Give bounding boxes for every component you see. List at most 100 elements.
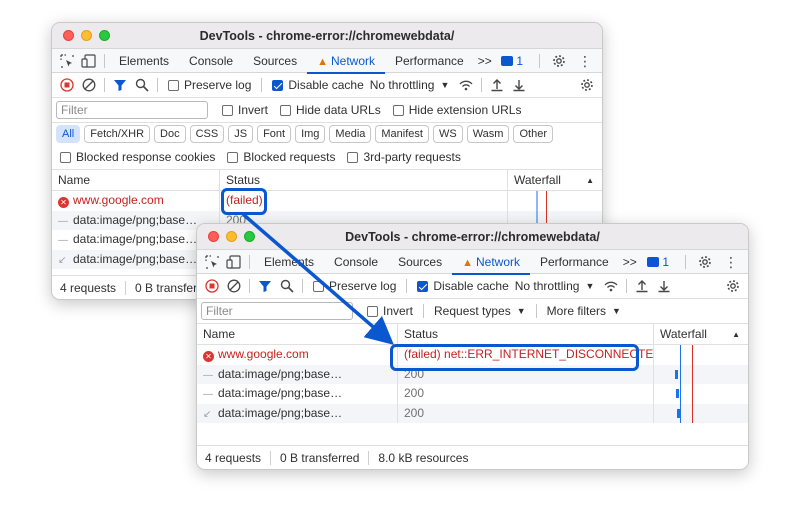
table-row[interactable]: — data:image/png;base… 200 bbox=[197, 384, 748, 404]
issues-counter[interactable]: 1 bbox=[501, 54, 523, 68]
settings-gear-icon[interactable] bbox=[548, 50, 570, 72]
filter-funnel-icon[interactable] bbox=[254, 275, 276, 297]
minimize-window-button[interactable] bbox=[81, 30, 92, 41]
type-chip-font[interactable]: Font bbox=[257, 125, 292, 143]
dropdown-caret-icon: ▼ bbox=[516, 306, 526, 316]
tab-console[interactable]: Console bbox=[179, 49, 243, 73]
column-status-header[interactable]: Status bbox=[398, 324, 654, 344]
type-chip-img[interactable]: Img bbox=[295, 125, 326, 143]
clear-icon[interactable] bbox=[223, 275, 245, 297]
close-window-button[interactable] bbox=[208, 231, 219, 242]
issues-counter[interactable]: 1 bbox=[647, 255, 669, 269]
export-har-icon[interactable] bbox=[653, 275, 675, 297]
column-name-header[interactable]: Name bbox=[52, 170, 220, 190]
tab-elements[interactable]: Elements bbox=[254, 250, 324, 274]
type-chip-css[interactable]: CSS bbox=[189, 125, 225, 143]
panel-tab-bar: Elements Console Sources ▲ Network Perfor… bbox=[197, 250, 748, 275]
table-row[interactable]: ↙ data:image/png;base… 200 bbox=[197, 403, 748, 423]
table-row[interactable]: ✕ www.google.com (failed) bbox=[52, 191, 602, 211]
hide-extension-urls-checkbox[interactable]: Hide extension URLs bbox=[392, 103, 521, 117]
column-name-header[interactable]: Name bbox=[197, 324, 398, 344]
network-conditions-icon[interactable] bbox=[600, 275, 622, 297]
type-chip-fetch-xhr[interactable]: Fetch/XHR bbox=[84, 125, 151, 143]
tab-performance[interactable]: Performance bbox=[530, 250, 619, 274]
clear-icon[interactable] bbox=[78, 74, 100, 96]
export-har-icon[interactable] bbox=[508, 74, 530, 96]
inspect-element-icon[interactable] bbox=[56, 50, 78, 72]
highlight-box-failed-status bbox=[221, 188, 267, 215]
preserve-log-checkbox[interactable]: Preserve log bbox=[168, 78, 251, 92]
zoom-window-button[interactable] bbox=[244, 231, 255, 242]
type-chip-media[interactable]: Media bbox=[329, 125, 372, 143]
transferred-size: 0 B transferred bbox=[280, 450, 370, 465]
import-har-icon[interactable] bbox=[631, 275, 653, 297]
waterfall-cell bbox=[508, 191, 602, 211]
network-settings-gear-icon[interactable] bbox=[722, 275, 744, 297]
invert-checkbox[interactable]: Invert bbox=[367, 304, 413, 318]
record-stop-icon[interactable] bbox=[56, 74, 78, 96]
type-chip-manifest[interactable]: Manifest bbox=[375, 125, 429, 143]
more-options-icon[interactable]: ⋮ bbox=[574, 50, 596, 72]
tab-elements[interactable]: Elements bbox=[109, 49, 179, 73]
tab-sources[interactable]: Sources bbox=[243, 49, 307, 73]
network-conditions-icon[interactable] bbox=[455, 74, 477, 96]
tab-console[interactable]: Console bbox=[324, 250, 388, 274]
hide-data-urls-checkbox[interactable]: Hide data URLs bbox=[280, 103, 381, 117]
type-chip-js[interactable]: JS bbox=[228, 125, 254, 143]
tab-sources[interactable]: Sources bbox=[388, 250, 452, 274]
divider bbox=[261, 78, 263, 92]
load-event-line bbox=[692, 384, 693, 404]
third-party-requests-label: 3rd-party requests bbox=[363, 150, 461, 164]
more-filters-dropdown[interactable]: More filters ▼ bbox=[547, 304, 621, 318]
checkbox-box bbox=[417, 280, 429, 292]
disable-cache-checkbox[interactable]: Disable cache bbox=[272, 78, 364, 92]
filter-input[interactable]: Filter bbox=[56, 101, 208, 119]
throttling-dropdown[interactable]: No throttling ▼ bbox=[370, 78, 450, 92]
third-party-requests-checkbox[interactable]: 3rd-party requests bbox=[347, 150, 461, 164]
request-name-cell: — data:image/png;base… bbox=[197, 384, 398, 404]
checkbox-box bbox=[280, 104, 292, 116]
request-name: www.google.com bbox=[218, 347, 309, 361]
tab-network[interactable]: ▲ Network bbox=[452, 250, 530, 275]
more-tabs-button[interactable]: >> bbox=[619, 250, 641, 274]
record-stop-icon[interactable] bbox=[201, 275, 223, 297]
search-icon[interactable] bbox=[131, 74, 153, 96]
tab-network[interactable]: ▲ Network bbox=[307, 49, 385, 74]
preserve-log-checkbox[interactable]: Preserve log bbox=[313, 279, 396, 293]
column-waterfall-header[interactable]: Waterfall ▲ bbox=[508, 170, 602, 190]
settings-gear-icon[interactable] bbox=[694, 251, 716, 273]
close-window-button[interactable] bbox=[63, 30, 74, 41]
blocked-response-cookies-checkbox[interactable]: Blocked response cookies bbox=[60, 150, 215, 164]
type-chip-ws[interactable]: WS bbox=[432, 125, 463, 143]
type-chip-doc[interactable]: Doc bbox=[154, 125, 186, 143]
disable-cache-checkbox[interactable]: Disable cache bbox=[417, 279, 509, 293]
search-icon[interactable] bbox=[276, 275, 298, 297]
invert-checkbox[interactable]: Invert bbox=[222, 103, 268, 117]
filter-input[interactable]: Filter bbox=[201, 302, 353, 320]
column-waterfall-header[interactable]: Waterfall ▲ bbox=[654, 324, 748, 344]
more-tabs-button[interactable]: >> bbox=[474, 49, 496, 73]
issues-count: 1 bbox=[662, 255, 669, 269]
divider bbox=[535, 304, 537, 318]
column-status-header[interactable]: Status bbox=[220, 170, 508, 190]
import-har-icon[interactable] bbox=[486, 74, 508, 96]
inspect-element-icon[interactable] bbox=[201, 251, 223, 273]
type-chip-other[interactable]: Other bbox=[513, 125, 553, 143]
blocking-filters: Blocked response cookies Blocked request… bbox=[52, 145, 602, 170]
network-settings-gear-icon[interactable] bbox=[576, 74, 598, 96]
type-chip-wasm[interactable]: Wasm bbox=[466, 125, 510, 143]
device-toolbar-icon[interactable] bbox=[78, 50, 100, 72]
blocked-requests-checkbox[interactable]: Blocked requests bbox=[227, 150, 335, 164]
device-toolbar-icon[interactable] bbox=[223, 251, 245, 273]
filter-funnel-icon[interactable] bbox=[109, 74, 131, 96]
type-chip-all[interactable]: All bbox=[56, 125, 81, 143]
tab-performance[interactable]: Performance bbox=[385, 49, 474, 73]
divider bbox=[406, 279, 408, 293]
zoom-window-button[interactable] bbox=[99, 30, 110, 41]
throttling-dropdown[interactable]: No throttling ▼ bbox=[515, 279, 595, 293]
more-options-icon[interactable]: ⋮ bbox=[720, 251, 742, 273]
request-name: www.google.com bbox=[73, 193, 164, 207]
request-types-dropdown[interactable]: Request types ▼ bbox=[434, 304, 526, 318]
request-name-cell: — data:image/png;base… bbox=[197, 364, 398, 384]
minimize-window-button[interactable] bbox=[226, 231, 237, 242]
